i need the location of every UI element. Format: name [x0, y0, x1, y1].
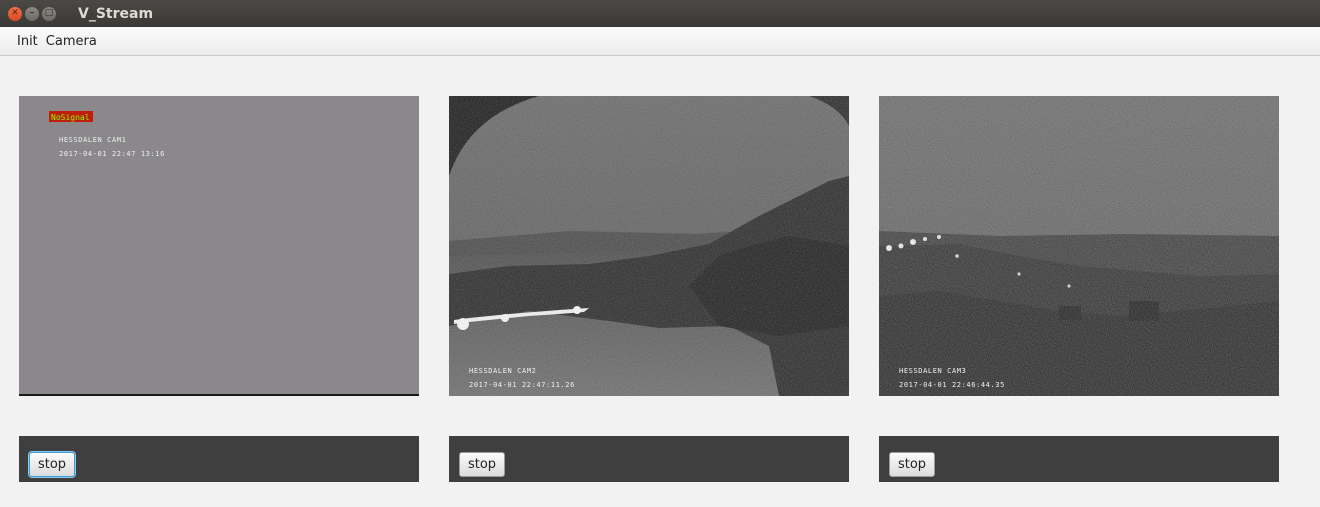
camera-1-stop-button[interactable]: stop: [29, 452, 75, 477]
camera-2-video: HESSDALEN CAM2 2017-04-01 22:47:11.26: [449, 96, 849, 396]
maximize-icon[interactable]: □: [42, 6, 56, 21]
menu-bar: Init Camera: [0, 27, 1320, 56]
nosignal-text: NoSignal: [51, 113, 90, 122]
close-icon[interactable]: ✕: [8, 6, 22, 21]
camera-2-timestamp: 2017-04-01 22:47:11.26: [469, 381, 575, 389]
camera-3-stop-button[interactable]: stop: [889, 452, 935, 477]
camera-feed-3: HESSDALEN CAM3 2017-04-01 22:46:44.35: [879, 96, 1279, 396]
camera-1-timestamp: 2017-04-01 22:47 13:16: [59, 150, 165, 158]
camera-3-controls: stop: [879, 436, 1279, 482]
title-bar: ✕ – □ V_Stream: [0, 0, 1320, 27]
camera-1-label: HESSDALEN CAM1: [59, 136, 126, 144]
camera-2-label: HESSDALEN CAM2: [469, 367, 536, 375]
camera-3-video: HESSDALEN CAM3 2017-04-01 22:46:44.35: [879, 96, 1279, 396]
camera-feed-1: NoSignal HESSDALEN CAM1 2017-04-01 22:47…: [19, 96, 419, 396]
camera-1-video: NoSignal HESSDALEN CAM1 2017-04-01 22:47…: [19, 96, 419, 396]
window-title: V_Stream: [78, 5, 154, 22]
camera-1-controls: stop: [19, 436, 419, 482]
camera-2-controls: stop: [449, 436, 849, 482]
camera-2-stop-button[interactable]: stop: [459, 452, 505, 477]
camera-3-timestamp: 2017-04-01 22:46:44.35: [899, 381, 1005, 389]
menu-camera[interactable]: Camera: [42, 34, 101, 49]
camera-3-label: HESSDALEN CAM3: [899, 367, 966, 375]
window-controls: ✕ – □: [8, 6, 56, 21]
menu-init[interactable]: Init: [13, 34, 42, 49]
minimize-icon[interactable]: –: [25, 6, 39, 21]
camera-feed-2: HESSDALEN CAM2 2017-04-01 22:47:11.26: [449, 96, 849, 396]
